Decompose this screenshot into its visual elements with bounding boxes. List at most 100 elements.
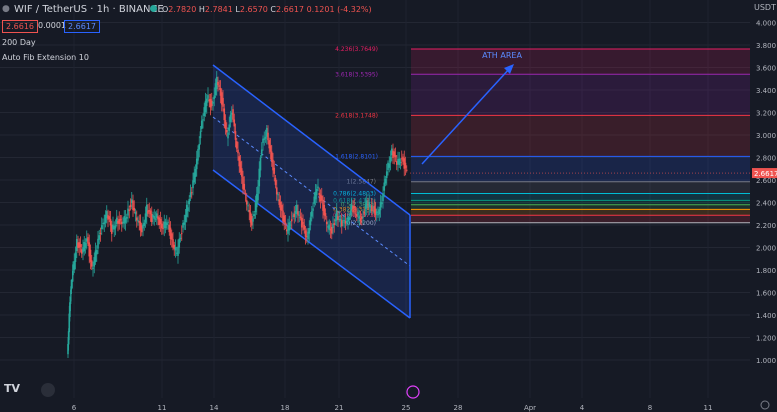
candle-body — [202, 119, 204, 121]
price-tick-label: 3.400 — [756, 87, 776, 95]
candle-body — [73, 261, 76, 270]
candle-body — [125, 216, 128, 219]
ohlc-high-value: 2.7841 — [204, 5, 233, 14]
price-chart[interactable]: 0(2.2200)0.236(2.2873)0.382(2.3384)0.5(2… — [0, 0, 777, 412]
candle-body — [365, 200, 368, 209]
candle-body — [223, 108, 226, 121]
candle-body — [394, 155, 397, 158]
candle-body — [363, 211, 366, 214]
candle-body — [309, 217, 312, 226]
candle-body — [84, 242, 87, 248]
candle-body — [235, 141, 238, 149]
candle-body — [245, 200, 248, 205]
candle-body — [405, 169, 408, 171]
candle-body — [380, 202, 383, 205]
candle-body — [90, 260, 93, 267]
price-tick-label: 2.200 — [756, 222, 776, 230]
candle-body — [179, 237, 182, 240]
price-tick-label: 3.800 — [756, 42, 776, 50]
candle-body — [159, 219, 162, 225]
candle-body — [234, 131, 237, 140]
ohlc-values: O2.7820 H2.7841 L2.6570 C2.6617 0.1201 (… — [162, 5, 372, 14]
candle-body — [267, 132, 269, 141]
candle-body — [362, 216, 364, 218]
candle-body — [269, 145, 272, 152]
candle-body — [264, 136, 267, 139]
price-tick-label: 1.000 — [756, 357, 776, 365]
candle-body — [218, 85, 221, 87]
candle-body — [288, 222, 291, 231]
candle-body — [99, 232, 102, 234]
fib-zone — [411, 215, 750, 223]
candle-body — [385, 171, 388, 179]
indicator-auto-fib[interactable]: Auto Fib Extension 10 — [2, 53, 89, 62]
candle-body — [388, 163, 391, 168]
candle-body — [303, 224, 306, 230]
candle-body — [252, 218, 254, 222]
fib-zone — [411, 193, 750, 201]
candle-body — [212, 101, 214, 104]
fib-level-label: 1.618(2.8101) — [335, 153, 378, 160]
candle-body — [133, 207, 136, 211]
fib-zone — [411, 181, 750, 194]
candle-body — [224, 120, 227, 130]
candle-body — [290, 219, 293, 222]
candle-body — [180, 233, 183, 235]
ohlc-open-value: 2.7820 — [168, 5, 197, 14]
candle-body — [183, 222, 186, 225]
flash-icon — [406, 385, 420, 399]
candle-body — [383, 182, 386, 191]
candle-body — [354, 209, 357, 211]
descending-channel[interactable] — [212, 64, 411, 319]
icons: TV — [4, 382, 770, 410]
candle-body — [357, 211, 359, 216]
candle-body — [109, 218, 112, 226]
time-tick-label: 4 — [580, 404, 585, 412]
fib-zone — [411, 204, 750, 210]
candle-body — [284, 222, 287, 224]
indicator-200-day[interactable]: 200 Day — [2, 38, 36, 47]
candle-body — [89, 249, 92, 262]
candle-body — [370, 205, 373, 212]
candle-body — [342, 221, 344, 223]
currency-label[interactable]: USDT — [754, 3, 776, 12]
time-tick-label: 14 — [210, 404, 219, 412]
ohlc-low-value: 2.6570 — [239, 5, 268, 14]
candle-body — [95, 249, 98, 255]
candle-body — [190, 192, 193, 194]
candle-body — [308, 228, 311, 234]
fib-zone — [411, 200, 750, 205]
candle-body — [398, 158, 401, 165]
candle-body — [257, 186, 259, 201]
candle-body — [187, 207, 189, 212]
candle-body — [298, 214, 301, 216]
sell-price-box[interactable]: 2.6616 — [2, 20, 38, 33]
fib-zone — [411, 48, 750, 75]
candle-body — [135, 217, 138, 221]
candle-body — [280, 205, 283, 211]
candle-body — [343, 219, 346, 221]
buy-price-box[interactable]: 2.6617 — [64, 20, 100, 33]
time-tick-label: 21 — [335, 404, 344, 412]
candle-body — [92, 267, 94, 270]
candle-body — [240, 168, 243, 177]
candle-body — [247, 205, 249, 207]
time-axis[interactable]: 6 11 14 18 21 25 28 Apr 4 8 11 — [72, 404, 713, 412]
ohlc-close-value: 2.6617 — [276, 5, 305, 14]
candle-body — [74, 252, 77, 262]
candle-body — [258, 168, 261, 187]
candle-body — [399, 161, 402, 163]
candle-body — [170, 233, 173, 240]
candle-body — [199, 131, 202, 139]
fib-zone — [411, 74, 750, 116]
price-tick-label: 2.800 — [756, 155, 776, 163]
candle-body — [205, 98, 208, 106]
price-tick-label: 3.600 — [756, 65, 776, 73]
candle-body — [108, 216, 111, 220]
ohlc-change: 0.1201 (-4.32%) — [306, 5, 372, 14]
menu-icon[interactable]: ● — [2, 4, 10, 14]
symbol-title[interactable]: WIF / TetherUS · 1h · BINANCE — [14, 4, 164, 15]
price-tick-label: 1.200 — [756, 335, 776, 343]
candle-body — [227, 132, 229, 139]
candle-body — [304, 230, 307, 237]
